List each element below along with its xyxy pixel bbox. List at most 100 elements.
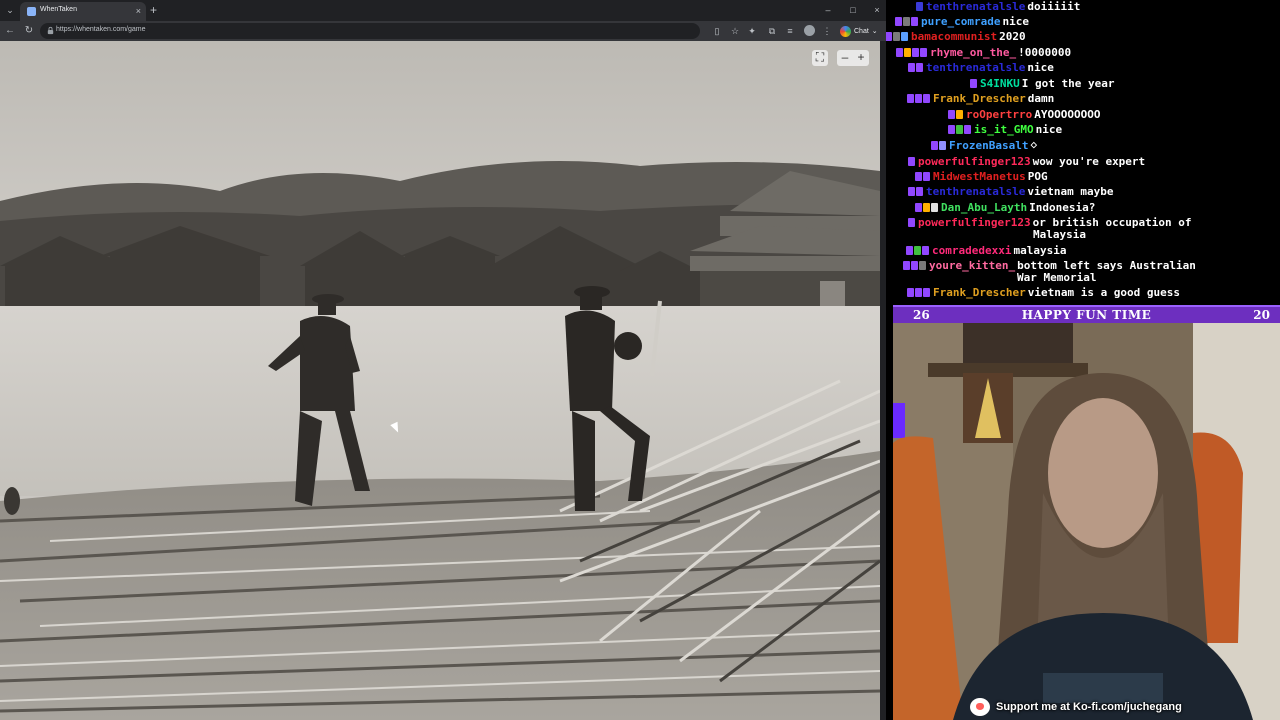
maximize-button[interactable]: □	[846, 3, 860, 17]
chat-badges	[906, 246, 929, 255]
chat-badge-icon	[916, 2, 923, 11]
chat-button[interactable]: Chat ⌄	[840, 24, 878, 38]
tab-strip: ⌄ WhenTaken × + – □ ×	[0, 0, 886, 21]
chat-badges	[916, 2, 923, 11]
fullscreen-control[interactable]: ⛶	[812, 50, 828, 66]
chat-badge-icon	[948, 110, 955, 119]
chat-badge-icon	[907, 288, 914, 297]
chat-username[interactable]: powerfulfinger123	[918, 155, 1031, 168]
tab-title: WhenTaken	[40, 6, 77, 13]
chat-username[interactable]: tenthrenatalsle	[926, 185, 1025, 198]
media-queue-icon[interactable]: ≡	[783, 24, 797, 38]
chat-message: Frank_Drescher vietnam is a good guess	[907, 286, 1181, 300]
chat-username[interactable]: Frank_Drescher	[933, 286, 1026, 299]
extensions-puzzle-icon[interactable]: ⧉	[765, 24, 779, 38]
chat-badges	[886, 32, 908, 41]
back-arrow-icon[interactable]: ←	[3, 24, 17, 38]
chat-username[interactable]: powerfulfinger123	[918, 216, 1031, 229]
chat-username[interactable]: pure_comrade	[921, 15, 1000, 28]
chat-text: vietnam maybe	[1027, 185, 1114, 198]
kofi-text: Support me at Ko-fi.com/juchegang	[996, 701, 1182, 713]
chat-message: powerfulfinger123 wow you're expert	[908, 155, 1145, 169]
chat-username[interactable]: tenthrenatalsle	[926, 0, 1025, 13]
chat-badge-icon	[923, 203, 930, 212]
chat-message: comradedexxi malaysia	[906, 244, 1066, 258]
chat-username[interactable]: comradedexxi	[932, 244, 1011, 257]
banner-title: HAPPY FUN TIME	[1021, 308, 1152, 322]
chat-badges	[907, 94, 930, 103]
chat-username[interactable]: Dan_Abu_Layth	[941, 201, 1027, 214]
chat-message: FrozenBasalt ⋄	[931, 139, 1038, 153]
chat-text: I got the year	[1021, 77, 1115, 90]
profile-avatar[interactable]	[804, 25, 815, 36]
chat-badges	[970, 79, 977, 88]
chat-text: nice	[1027, 61, 1054, 74]
chat-badge-icon	[915, 288, 922, 297]
chat-badges	[908, 157, 915, 166]
chat-message: is_it_GMO nice	[948, 123, 1062, 137]
zoom-in-button[interactable]: +	[853, 50, 869, 66]
chat-username[interactable]: bamacommunist	[911, 30, 997, 43]
chat-text: POG	[1027, 170, 1048, 183]
chat-username[interactable]: MidwestManetus	[933, 170, 1026, 183]
chat-badges	[895, 17, 918, 26]
chat-username[interactable]: rhyme_on_the_	[930, 46, 1016, 59]
menu-kebab-icon[interactable]: ⋮	[820, 24, 834, 38]
historical-photo	[0, 41, 880, 720]
chat-badge-icon	[908, 63, 915, 72]
chat-username[interactable]: is_it_GMO	[974, 123, 1034, 136]
site-info-icon[interactable]	[46, 26, 55, 35]
chat-message: Frank_Drescher damn	[907, 92, 1054, 106]
chat-badge-icon	[893, 32, 900, 41]
chat-message: tenthrenatalsle doiiiiit	[916, 0, 1080, 14]
fullscreen-icon[interactable]: ⛶	[812, 50, 828, 66]
chat-message: S4INKU I got the year	[970, 77, 1115, 91]
chat-badge-icon	[915, 172, 922, 181]
tab-close-icon[interactable]: ×	[136, 4, 141, 18]
chat-text: !0000000	[1018, 46, 1072, 59]
url-text: https://whentaken.com/game	[56, 26, 146, 33]
chat-badge-icon	[911, 17, 918, 26]
chat-username[interactable]: roOpertrro	[966, 108, 1032, 121]
kofi-cup-icon	[970, 698, 990, 716]
chat-username[interactable]: youre_kitten_	[929, 259, 1015, 272]
extension-icon[interactable]: ✦	[745, 24, 759, 38]
zoom-control: – +	[837, 50, 869, 66]
reload-icon[interactable]: ↻	[22, 24, 36, 38]
chat-badge-icon	[908, 157, 915, 166]
game-photo-viewport[interactable]: ⛶ – +	[0, 41, 880, 720]
chat-badges	[903, 261, 926, 270]
chat-message: bamacommunist 2020	[886, 30, 1026, 44]
chat-badges	[907, 288, 930, 297]
chat-text: vietnam is a good guess	[1027, 286, 1181, 299]
chat-badge-icon	[908, 187, 915, 196]
chat-badges	[908, 218, 915, 227]
zoom-out-button[interactable]: –	[837, 50, 853, 66]
chat-badge-icon	[920, 48, 927, 57]
chat-username[interactable]: FrozenBasalt	[949, 139, 1028, 152]
webcam-feed	[893, 323, 1280, 720]
chat-username[interactable]: tenthrenatalsle	[926, 61, 1025, 74]
chat-message-continuation: War Memorial	[1017, 271, 1096, 285]
bookmark-star-icon[interactable]: ☆	[728, 24, 742, 38]
chat-badge-icon	[931, 203, 938, 212]
chat-text: AYOOOOOOOO	[1034, 108, 1101, 121]
page-action-icon[interactable]: ▯	[710, 24, 724, 38]
chat-username[interactable]: Frank_Drescher	[933, 92, 1026, 105]
minimize-button[interactable]: –	[821, 3, 835, 17]
chat-text: ⋄	[1030, 139, 1038, 152]
window-close-button[interactable]: ×	[870, 3, 884, 17]
chat-badges	[948, 110, 963, 119]
chat-badge-icon	[919, 261, 926, 270]
chat-badges	[896, 48, 927, 57]
tab-search-icon[interactable]: ⌄	[3, 3, 17, 17]
chat-badge-icon	[896, 48, 903, 57]
chat-message: MidwestManetus POG	[915, 170, 1048, 184]
chat-label: Chat	[854, 27, 869, 35]
new-tab-button[interactable]: +	[150, 3, 157, 17]
chat-username[interactable]: S4INKU	[980, 77, 1020, 90]
webcam-image	[893, 323, 1280, 720]
address-bar[interactable]: https://whentaken.com/game	[40, 23, 700, 39]
chat-message: tenthrenatalsle vietnam maybe	[908, 185, 1114, 199]
tab-whentaken[interactable]: WhenTaken ×	[20, 2, 146, 21]
